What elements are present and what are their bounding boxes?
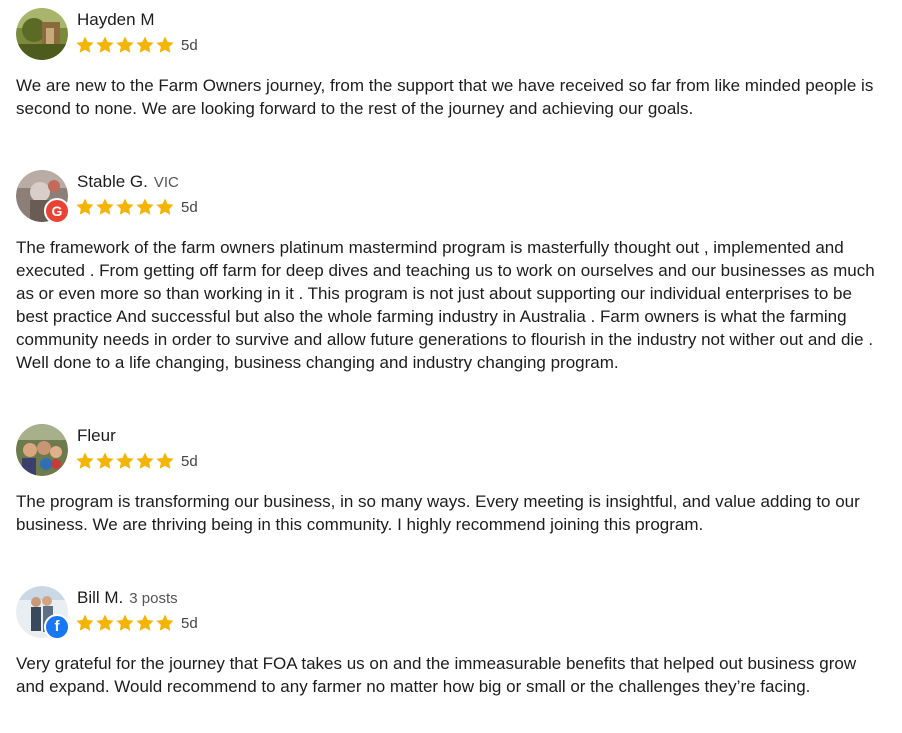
review-age: 5d [181,36,198,54]
review-text: We are new to the Farm Owners journey, f… [16,76,874,118]
reviewer-name-line: Bill M. 3 posts [77,588,178,609]
reviewer-name[interactable]: Hayden M [77,10,154,29]
star-icon [76,36,94,53]
star-icon [76,614,94,631]
star-rating [75,613,175,633]
review-header: G Stable G. VIC 5d [16,170,886,224]
review-card: G Stable G. VIC 5d The framework of the f… [16,170,886,374]
reviewer-name[interactable]: Stable G. [77,172,148,191]
star-icon [96,614,114,631]
star-icon [156,36,174,53]
star-icon [116,614,134,631]
reviewer-name-line: Fleur [77,426,116,446]
review-age: 5d [181,452,198,470]
avatar[interactable]: G [16,170,70,224]
star-icon [96,452,114,469]
review-card: Hayden M 5d We are new to the Farm Owner… [16,8,886,120]
avatar[interactable] [16,424,68,476]
star-icon [96,36,114,53]
reviewer-name-line: Stable G. VIC [77,172,179,193]
star-rating [75,35,175,55]
google-icon: G [44,198,70,224]
avatar[interactable]: f [16,586,70,640]
avatar-image [16,8,68,60]
reviewer-name[interactable]: Bill M. [77,588,123,607]
star-icon [136,36,154,53]
star-icon [156,198,174,215]
star-icon [156,452,174,469]
reviewer-name[interactable]: Fleur [77,426,116,445]
review-text: The program is transforming our business… [16,492,860,534]
star-icon [76,198,94,215]
review-age: 5d [181,614,198,632]
review-text: The framework of the farm owners platinu… [16,238,875,372]
review-age: 5d [181,198,198,216]
star-icon [116,36,134,53]
rating-line: 5d [75,34,198,56]
review-text: Very grateful for the journey that FOA t… [16,654,857,696]
star-icon [116,198,134,215]
reviewer-location: VIC [153,174,179,191]
review-card: Fleur 5d The program is transforming our… [16,424,886,536]
review-header: Hayden M 5d [16,8,886,62]
star-icon [96,198,114,215]
star-icon [136,614,154,631]
review-card: f Bill M. 3 posts 5d Very grateful for th… [16,586,886,698]
rating-line: 5d [75,612,198,634]
star-rating [75,197,175,217]
facebook-icon: f [44,614,70,640]
review-header: f Bill M. 3 posts 5d [16,586,886,640]
star-icon [136,452,154,469]
rating-line: 5d [75,196,198,218]
star-icon [156,614,174,631]
avatar-image [16,424,68,476]
reviewer-post-count: 3 posts [129,590,178,607]
star-rating [75,451,175,471]
star-icon [76,452,94,469]
reviewer-name-line: Hayden M [77,10,154,30]
avatar[interactable] [16,8,68,60]
star-icon [136,198,154,215]
star-icon [116,452,134,469]
review-header: Fleur 5d [16,424,886,478]
rating-line: 5d [75,450,198,472]
